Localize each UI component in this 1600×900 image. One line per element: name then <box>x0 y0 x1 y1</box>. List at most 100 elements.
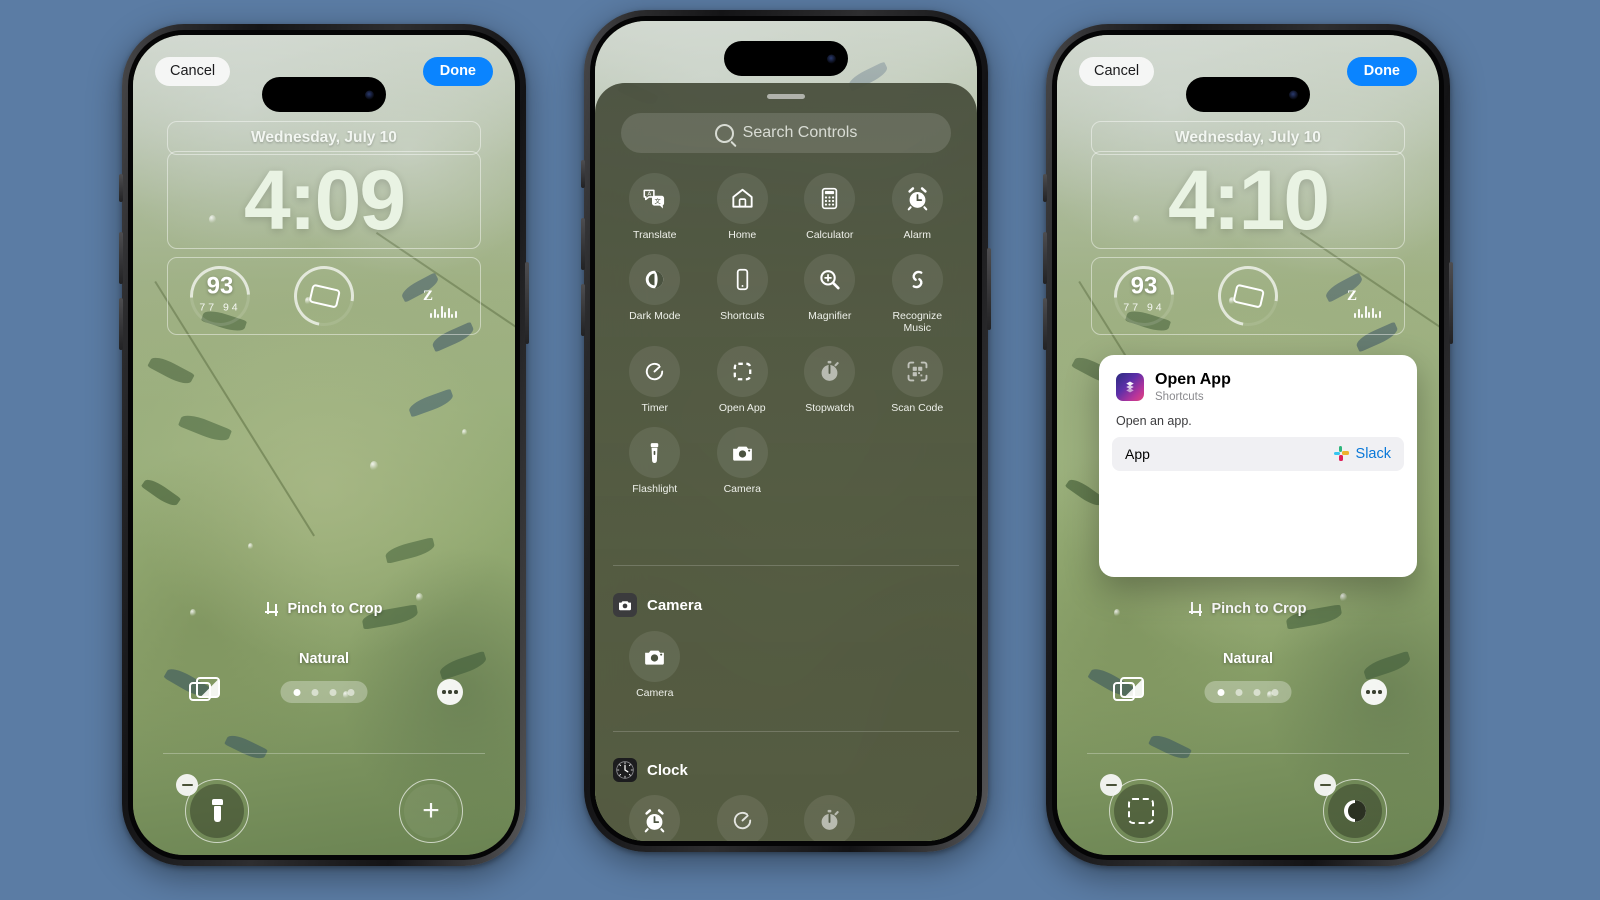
dialog-header: Open App Shortcuts <box>1099 355 1417 403</box>
control-timer[interactable]: Timer <box>611 346 699 415</box>
camera-icon <box>730 440 755 465</box>
power-button[interactable] <box>987 248 991 330</box>
widget-air-quality[interactable]: 93 77 94 <box>1092 253 1196 339</box>
control-label: Camera <box>723 483 761 495</box>
date-widget-slot[interactable]: Wednesday, July 10 <box>167 121 481 155</box>
pinch-to-crop-label: Pinch to Crop <box>287 601 383 617</box>
remove-control-button[interactable] <box>1314 774 1336 796</box>
search-controls-field[interactable]: Search Controls <box>621 113 951 153</box>
control-alarm[interactable]: Alarm <box>874 173 962 242</box>
mute-switch[interactable] <box>119 174 123 202</box>
section-title: Camera <box>647 596 703 614</box>
volume-up-button[interactable] <box>119 232 123 284</box>
air-quality-value: 93 <box>206 272 234 300</box>
control-dark-mode[interactable]: Dark Mode <box>611 253 699 335</box>
wallpaper-style-name: Natural <box>1223 651 1273 667</box>
remove-control-button[interactable] <box>1100 774 1122 796</box>
flashlight-icon <box>642 440 667 465</box>
bottom-right-control-slot[interactable] <box>1314 774 1387 843</box>
power-button[interactable] <box>1449 262 1453 344</box>
widget-sleep[interactable]: Z <box>1300 258 1404 334</box>
control-clock-timer[interactable] <box>699 795 787 841</box>
volume-down-button[interactable] <box>1043 298 1047 350</box>
control-clock-stopwatch[interactable] <box>786 795 874 841</box>
controls-grid: A文 Translate Home Calculator Alarm Dark … <box>611 173 961 496</box>
sheet-grabber[interactable] <box>767 94 805 99</box>
control-recognize-music[interactable]: Recognize Music <box>874 253 962 335</box>
control-label: Shortcuts <box>720 309 765 322</box>
control-label: Dark Mode <box>629 309 681 322</box>
widget-row-slot[interactable]: 93 77 94 Z <box>1091 253 1405 339</box>
dark-mode-icon <box>642 267 667 292</box>
control-open-app[interactable]: Open App <box>699 346 787 415</box>
phone-screen-right: Cancel Done Wednesday, July 10 4:10 93 7… <box>1057 35 1439 855</box>
remove-control-button[interactable] <box>176 774 198 796</box>
cancel-button[interactable]: Cancel <box>1079 57 1155 86</box>
divider <box>1087 753 1409 754</box>
parameter-label: App <box>1125 445 1150 462</box>
dialog-parameter-row-app[interactable]: App Slack <box>1112 436 1404 471</box>
phone-icon <box>1231 283 1265 309</box>
section-divider <box>613 565 959 566</box>
air-quality-low: 77 <box>1123 301 1142 314</box>
style-page-dots[interactable] <box>1204 681 1292 703</box>
control-camera-section[interactable]: Camera <box>611 631 699 700</box>
plus-icon: + <box>422 794 440 827</box>
wallpaper-style-name: Natural <box>299 651 349 667</box>
alarm-clock-icon <box>642 808 667 833</box>
widget-battery[interactable] <box>272 254 376 338</box>
section-grid-camera: Camera <box>611 631 961 700</box>
air-quality-high: 94 <box>222 301 241 314</box>
control-label: Camera <box>636 687 674 699</box>
crop-icon <box>1189 602 1203 616</box>
control-calculator[interactable]: Calculator <box>786 173 874 242</box>
volume-up-button[interactable] <box>1043 232 1047 284</box>
control-label: Timer <box>641 402 668 415</box>
bottom-right-control-slot[interactable]: + <box>399 779 463 843</box>
air-quality-value: 93 <box>1130 272 1158 300</box>
home-icon <box>730 186 755 211</box>
control-clock-alarm[interactable] <box>611 795 699 841</box>
control-shortcuts[interactable]: Shortcuts <box>699 253 787 335</box>
control-scan-code[interactable]: Scan Code <box>874 346 962 415</box>
widget-sleep[interactable]: Z <box>376 258 480 334</box>
control-label: Flashlight <box>632 483 678 495</box>
time-widget-slot[interactable]: 4:09 <box>167 151 481 249</box>
more-options-icon[interactable] <box>1361 679 1387 705</box>
photo-library-icon[interactable] <box>189 677 220 703</box>
parameter-value-group[interactable]: Slack <box>1333 446 1391 462</box>
sleep-icon: Z <box>422 287 433 304</box>
photo-library-icon[interactable] <box>1113 677 1144 703</box>
magnifier-icon <box>817 267 842 292</box>
phone-right: Cancel Done Wednesday, July 10 4:10 93 7… <box>1043 24 1453 866</box>
control-home[interactable]: Home <box>699 173 787 242</box>
widget-row-slot[interactable]: 93 77 94 Z <box>167 253 481 339</box>
done-button[interactable]: Done <box>422 57 493 86</box>
bottom-left-control-slot[interactable] <box>176 774 249 843</box>
control-label: Open App <box>718 402 766 415</box>
control-translate[interactable]: A文 Translate <box>611 173 699 242</box>
bottom-left-control-slot[interactable] <box>1100 774 1173 843</box>
mute-switch[interactable] <box>581 160 585 188</box>
date-widget-slot[interactable]: Wednesday, July 10 <box>1091 121 1405 155</box>
control-flashlight[interactable]: Flashlight <box>611 427 699 496</box>
volume-down-button[interactable] <box>581 284 585 336</box>
widget-battery[interactable] <box>1196 254 1300 338</box>
air-quality-low: 77 <box>199 301 218 314</box>
volume-up-button[interactable] <box>581 218 585 270</box>
open-app-icon <box>1128 798 1154 824</box>
control-camera[interactable]: Camera <box>699 427 787 496</box>
done-button[interactable]: Done <box>1346 57 1417 86</box>
volume-down-button[interactable] <box>119 298 123 350</box>
control-stopwatch[interactable]: Stopwatch <box>786 346 874 415</box>
widget-air-quality[interactable]: 93 77 94 <box>168 253 272 339</box>
power-button[interactable] <box>525 262 529 344</box>
editor-topbar: Cancel Done <box>1057 57 1439 112</box>
search-placeholder: Search Controls <box>742 124 858 141</box>
cancel-button[interactable]: Cancel <box>155 57 231 86</box>
control-magnifier[interactable]: Magnifier <box>786 253 874 335</box>
style-page-dots[interactable] <box>280 681 368 703</box>
mute-switch[interactable] <box>1043 174 1047 202</box>
more-options-icon[interactable] <box>437 679 463 705</box>
time-widget-slot[interactable]: 4:10 <box>1091 151 1405 249</box>
